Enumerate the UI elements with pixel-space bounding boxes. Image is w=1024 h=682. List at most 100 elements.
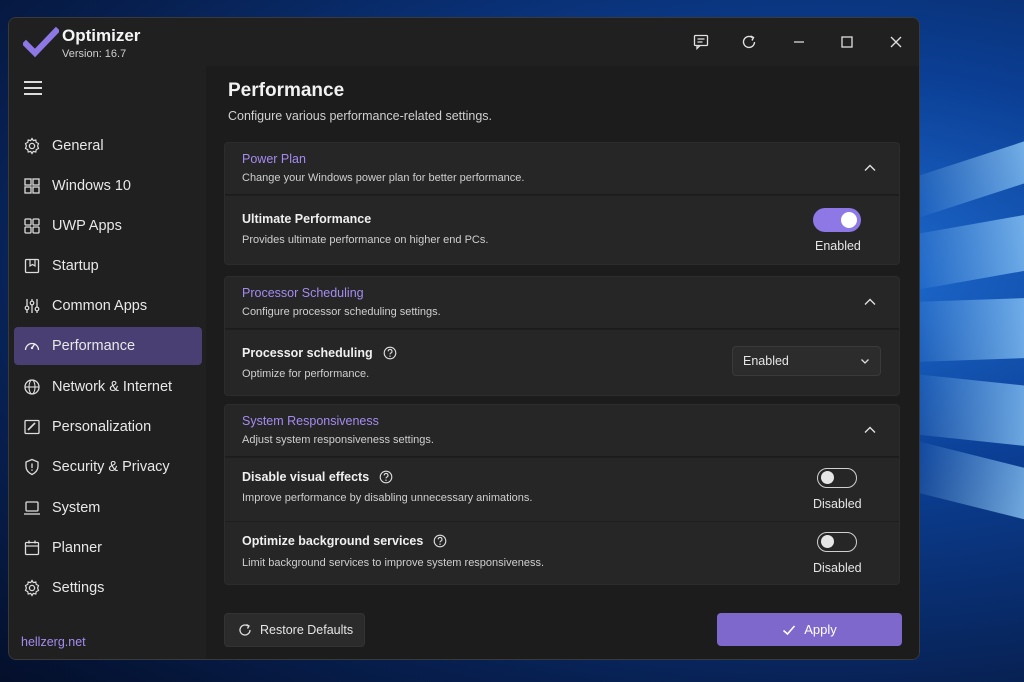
laptop-icon <box>22 498 42 518</box>
sidebar-item-label: Personalization <box>52 419 152 435</box>
title-bar: Optimizer Version: 16.7 <box>9 18 919 66</box>
setting-row: Processor scheduling Optimize for perfor… <box>225 329 899 395</box>
globe-icon <box>22 377 42 397</box>
website-link[interactable]: hellzerg.net <box>21 635 86 649</box>
sidebar-item-planner[interactable]: Planner <box>14 529 202 567</box>
page-title: Performance <box>228 80 345 101</box>
apps-grid-icon <box>22 216 42 236</box>
brush-icon <box>22 417 42 437</box>
apply-button[interactable]: Apply <box>717 613 902 646</box>
chevron-up-icon[interactable] <box>863 423 877 437</box>
maximize-icon[interactable] <box>835 30 859 54</box>
section-title: Power Plan <box>242 152 306 166</box>
chevron-up-icon[interactable] <box>863 161 877 175</box>
sidebar-item-performance[interactable]: Performance <box>14 327 202 365</box>
gear-icon <box>22 578 42 598</box>
restore-defaults-label: Restore Defaults <box>260 623 354 637</box>
sidebar-item-security-privacy[interactable]: Security & Privacy <box>14 448 202 486</box>
section-subtitle: Configure processor scheduling settings. <box>242 306 441 318</box>
sidebar: General Windows 10 UWP Apps Startup Comm… <box>9 66 206 659</box>
restore-defaults-button[interactable]: Restore Defaults <box>224 613 365 647</box>
refresh-icon[interactable] <box>737 30 761 54</box>
minimize-icon[interactable] <box>787 30 811 54</box>
disable-visual-effects-toggle[interactable] <box>817 468 857 488</box>
gear-icon <box>22 136 42 156</box>
setting-title: Optimize background services <box>242 534 447 548</box>
section-header[interactable]: Power Plan Change your Windows power pla… <box>225 143 899 195</box>
sidebar-item-label: Planner <box>52 540 102 556</box>
setting-row: Disable visual effects Improve performan… <box>225 457 899 521</box>
processor-scheduling-section: Processor Scheduling Configure processor… <box>224 276 900 396</box>
sidebar-item-uwp-apps[interactable]: UWP Apps <box>14 207 202 245</box>
sidebar-item-label: Common Apps <box>52 298 148 314</box>
setting-row: Ultimate Performance Provides ultimate p… <box>225 195 899 265</box>
ultimate-performance-toggle[interactable] <box>813 208 861 232</box>
sidebar-item-settings[interactable]: Settings <box>14 569 202 607</box>
main-content: Performance Configure various performanc… <box>206 66 919 659</box>
sidebar-item-windows-10[interactable]: Windows 10 <box>14 167 202 205</box>
sidebar-item-label: Security & Privacy <box>52 459 170 475</box>
sidebar-item-label: Performance <box>52 338 136 354</box>
feedback-icon[interactable] <box>689 30 713 54</box>
page-description: Configure various performance-related se… <box>228 109 493 123</box>
toggle-knob <box>821 535 834 548</box>
calendar-icon <box>22 538 42 558</box>
system-responsiveness-section: System Responsiveness Adjust system resp… <box>224 404 900 585</box>
optimizer-logo-icon <box>23 27 59 58</box>
sidebar-item-network-internet[interactable]: Network & Internet <box>14 368 202 406</box>
sidebar-item-label: UWP Apps <box>52 218 122 234</box>
sidebar-item-label: Windows 10 <box>52 178 131 194</box>
sidebar-item-system[interactable]: System <box>14 489 202 527</box>
select-value: Enabled <box>743 354 789 368</box>
setting-title-text: Ultimate Performance <box>242 212 372 226</box>
checkmark-icon <box>782 623 796 637</box>
optimize-background-services-toggle[interactable] <box>817 532 857 552</box>
sidebar-item-label: System <box>52 500 101 516</box>
app-window: Optimizer Version: 16.7 General Windows … <box>8 17 920 660</box>
setting-title: Ultimate Performance <box>242 212 371 226</box>
hamburger-menu-icon[interactable] <box>24 81 42 95</box>
setting-title-text: Processor scheduling <box>242 346 373 360</box>
sidebar-item-label: Settings <box>52 580 105 596</box>
windows-icon <box>22 176 42 196</box>
toggle-knob <box>841 212 857 228</box>
sliders-icon <box>22 296 42 316</box>
sidebar-item-startup[interactable]: Startup <box>14 247 202 285</box>
chevron-up-icon[interactable] <box>863 295 877 309</box>
help-icon[interactable] <box>379 470 393 484</box>
sidebar-item-personalization[interactable]: Personalization <box>14 408 202 446</box>
setting-title-text: Disable visual effects <box>242 470 370 484</box>
setting-description: Limit background services to improve sys… <box>242 557 545 569</box>
sidebar-item-common-apps[interactable]: Common Apps <box>14 287 202 325</box>
toggle-state-label: Disabled <box>813 497 862 511</box>
setting-description: Improve performance by disabling unneces… <box>242 492 533 504</box>
close-icon[interactable] <box>884 30 908 54</box>
setting-description: Provides ultimate performance on higher … <box>242 234 489 246</box>
speedometer-icon <box>22 336 42 356</box>
app-title: Optimizer <box>62 26 141 45</box>
setting-title: Disable visual effects <box>242 470 393 484</box>
sidebar-item-label: Startup <box>52 258 99 274</box>
apply-label: Apply <box>804 622 837 637</box>
section-title: Processor Scheduling <box>242 286 364 300</box>
shield-icon <box>22 457 42 477</box>
app-version: Version: 16.7 <box>62 48 127 60</box>
section-header[interactable]: System Responsiveness Adjust system resp… <box>225 405 899 457</box>
refresh-icon <box>238 623 252 637</box>
setting-row: Optimize background services Limit backg… <box>225 521 899 585</box>
help-icon[interactable] <box>383 346 397 360</box>
action-bar: Restore Defaults Apply <box>206 603 919 659</box>
section-header[interactable]: Processor Scheduling Configure processor… <box>225 277 899 329</box>
power-plan-section: Power Plan Change your Windows power pla… <box>224 142 900 265</box>
help-icon[interactable] <box>433 534 447 548</box>
toggle-state-label: Disabled <box>813 561 862 575</box>
processor-scheduling-select[interactable]: Enabled <box>732 346 881 376</box>
toggle-state-label: Enabled <box>815 239 861 253</box>
sidebar-item-general[interactable]: General <box>14 127 202 165</box>
chevron-down-icon <box>861 359 869 364</box>
setting-description: Optimize for performance. <box>242 368 370 380</box>
startup-icon <box>22 256 42 276</box>
sidebar-item-label: Network & Internet <box>52 379 173 395</box>
section-subtitle: Change your Windows power plan for bette… <box>242 172 525 184</box>
section-title: System Responsiveness <box>242 414 379 428</box>
